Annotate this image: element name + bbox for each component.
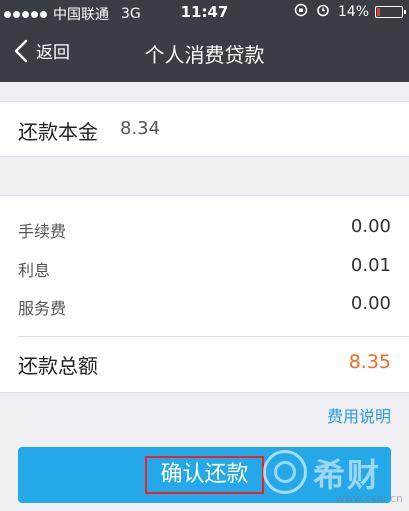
fee-label: 服务费 [18,299,67,318]
divider [18,336,409,337]
watermark-text: 希财 [313,456,382,494]
page-title: 个人消费贷款 [144,43,265,67]
fee-value: 0.00 [350,293,391,314]
battery-level [377,8,380,16]
principal-row: 还款本金 8.34 [0,101,409,157]
fees-card: 手续费 0.00 利息 0.01 服务费 0.00 还款总额 8.35 [0,195,409,393]
principal-value: 8.34 [120,118,161,139]
fee-row-handling: 手续费 0.00 [18,216,391,241]
fee-row-interest: 利息 0.01 [18,255,391,280]
watermark-icon [263,450,307,494]
fee-value: 0.00 [350,216,391,237]
watermark-logo: 希财 [255,448,405,498]
principal-label: 还款本金 [18,120,98,144]
confirm-button-label: 确认还款 [145,456,264,494]
fee-label: 手续费 [18,222,67,241]
status-right: 14% [294,3,406,21]
fee-value: 0.01 [350,255,391,276]
alarm-icon [316,3,330,21]
total-label: 还款总额 [18,354,98,378]
fee-description-link[interactable]: 费用说明 [327,403,391,427]
rotation-lock-icon [294,3,308,21]
fee-row-service: 服务费 0.00 [18,293,391,318]
watermark-url: www.csai.cn [335,492,403,505]
fee-label: 利息 [18,261,51,280]
total-value: 8.35 [348,351,391,373]
nav-bar: 返回 个人消费贷款 [0,24,409,82]
status-bar: 中国联通 3G 11:47 14% [0,0,409,24]
battery-icon [375,6,406,18]
battery-percent: 14% [337,4,369,20]
